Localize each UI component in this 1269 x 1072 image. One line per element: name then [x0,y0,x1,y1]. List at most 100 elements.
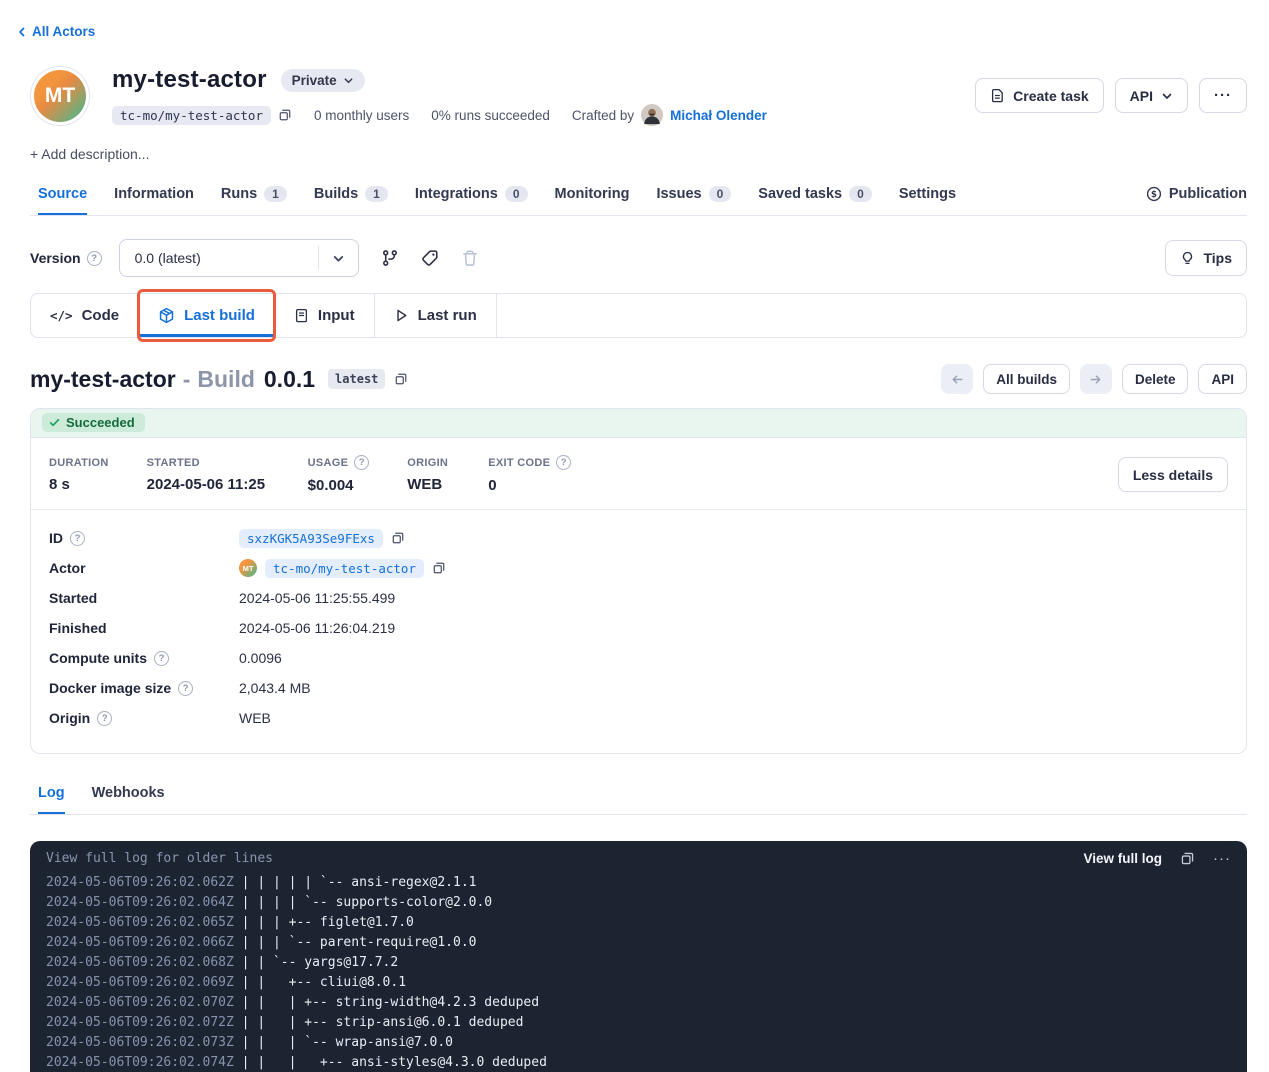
help-icon[interactable]: ? [154,651,169,666]
tab-count-badge: 0 [505,186,528,202]
subtab-label: Code [82,307,120,324]
log-more-options-icon[interactable]: ··· [1213,851,1231,866]
build-api-button[interactable]: API [1198,364,1247,394]
help-icon[interactable]: ? [178,681,193,696]
actor-link-badge[interactable]: tc-mo/my-test-actor [265,559,424,578]
log-text: | | | +-- strip-ansi@6.0.1 deduped [234,1015,524,1030]
detail-row-finished: Finished 2024-05-06 11:26:04.219 [49,613,1228,643]
stat-value: 0 [488,477,571,494]
less-details-button[interactable]: Less details [1118,457,1228,492]
detail-label: Origin [49,710,90,726]
tab-label: Runs [221,186,257,202]
all-builds-button[interactable]: All builds [983,364,1070,394]
document-icon [294,308,309,323]
log-timestamp: 2024-05-06T09:26:02.069Z [46,975,234,990]
page-title: my-test-actor [112,66,267,94]
tab-saved-tasks[interactable]: Saved tasks0 [758,177,872,215]
subtab-last-run[interactable]: Last run [375,294,497,337]
log-text: | | | `-- wrap-ansi@7.0.0 [234,1035,453,1050]
help-icon[interactable]: ? [556,455,571,470]
actor-avatar-initials: MT [34,70,86,122]
log-timestamp: 2024-05-06T09:26:02.073Z [46,1035,234,1050]
tab-count-badge: 1 [264,186,287,202]
log-text: | | | +-- ansi-styles@4.3.0 deduped [234,1055,547,1070]
chevron-down-icon [343,75,354,86]
delete-label: Delete [1135,372,1176,387]
tab-builds[interactable]: Builds1 [314,177,388,215]
play-icon [394,308,409,323]
create-task-button[interactable]: Create task [975,78,1104,113]
older-lines-notice[interactable]: View full log for older lines [46,851,273,866]
visibility-dropdown[interactable]: Private [281,69,365,92]
tab-webhooks[interactable]: Webhooks [92,776,165,814]
more-options-button[interactable]: ··· [1199,78,1247,113]
log-timestamp: 2024-05-06T09:26:02.068Z [46,955,234,970]
copy-icon[interactable] [394,372,408,386]
copy-icon[interactable] [432,561,446,575]
stat-value: $0.004 [308,477,370,494]
log-line: 2024-05-06T09:26:02.068Z | | `-- yargs@1… [46,953,1231,973]
view-full-log-link[interactable]: View full log [1083,851,1162,866]
detail-label: Docker image size [49,680,171,696]
stat-label: DURATION [49,457,109,469]
tab-monitoring[interactable]: Monitoring [555,177,630,215]
tab-source[interactable]: Source [38,177,87,215]
help-icon[interactable]: ? [354,455,369,470]
build-title-actor: my-test-actor [30,366,176,393]
copy-icon[interactable] [391,531,405,545]
help-icon[interactable]: ? [87,251,102,266]
less-details-label: Less details [1133,467,1213,483]
log-text: | | | +-- figlet@1.7.0 [234,915,414,930]
actor-header: MT my-test-actor Private tc-mo/my-test-a… [30,66,1247,126]
tab-label: Source [38,186,87,202]
api-label: API [1130,88,1153,104]
version-row: Version ? 0.0 (latest) [30,239,1247,277]
log-timestamp: 2024-05-06T09:26:02.072Z [46,1015,234,1030]
log-line: 2024-05-06T09:26:02.066Z | | | `-- paren… [46,933,1231,953]
version-select[interactable]: 0.0 (latest) [119,239,359,277]
git-branch-icon[interactable] [381,249,399,267]
build-title-word: Build [197,366,255,393]
subtab-last-build[interactable]: Last build [139,294,275,337]
breadcrumb[interactable]: All Actors [0,24,1269,39]
tab-runs[interactable]: Runs 1 [221,177,287,215]
help-icon[interactable]: ? [97,711,112,726]
tab-integrations[interactable]: Integrations0 [415,177,528,215]
log-timestamp: 2024-05-06T09:26:02.066Z [46,935,234,950]
status-strip: Succeeded [31,409,1246,437]
subtab-input[interactable]: Input [275,294,375,337]
build-details-list: ID? sxzKGK5A93Se9FExs Actor MT tc-mo/my-… [31,509,1246,753]
tag-icon[interactable] [421,249,439,267]
log-line: 2024-05-06T09:26:02.072Z | | | +-- strip… [46,1013,1231,1033]
log-text: | | | `-- parent-require@1.0.0 [234,935,477,950]
author-link[interactable]: Michał Olender [670,108,767,123]
tab-log[interactable]: Log [38,776,65,814]
log-line: 2024-05-06T09:26:02.070Z | | | +-- strin… [46,993,1231,1013]
detail-row-id: ID? sxzKGK5A93Se9FExs [49,523,1228,553]
tips-label: Tips [1203,250,1232,266]
copy-icon[interactable] [278,108,292,122]
detail-row-started: Started 2024-05-06 11:25:55.499 [49,583,1228,613]
delete-build-button[interactable]: Delete [1122,364,1189,394]
add-description-link[interactable]: + Add description... [30,146,1247,162]
subtab-label: Input [318,307,355,324]
log-timestamp: 2024-05-06T09:26:02.070Z [46,995,234,1010]
help-icon[interactable]: ? [70,531,85,546]
api-dropdown-button[interactable]: API [1115,78,1188,113]
tab-information[interactable]: Information [114,177,194,215]
tab-settings[interactable]: Settings [899,177,956,215]
detail-value: 0.0096 [239,650,282,666]
all-builds-label: All builds [996,372,1057,387]
code-icon: </> [50,308,73,323]
copy-icon[interactable] [1180,851,1195,866]
subtab-code[interactable]: </> Code [31,294,139,337]
tab-label: Saved tasks [758,186,842,202]
tab-issues[interactable]: Issues0 [656,177,731,215]
version-label: Version [30,250,81,266]
actor-id-badge[interactable]: tc-mo/my-test-actor [112,106,271,125]
tab-count-badge: 0 [709,186,732,202]
tips-button[interactable]: Tips [1165,240,1247,276]
actor-build-page: All Actors MT my-test-actor Private [0,0,1269,1072]
build-id-badge[interactable]: sxzKGK5A93Se9FExs [239,529,383,548]
publication-link[interactable]: $ Publication [1146,186,1247,206]
